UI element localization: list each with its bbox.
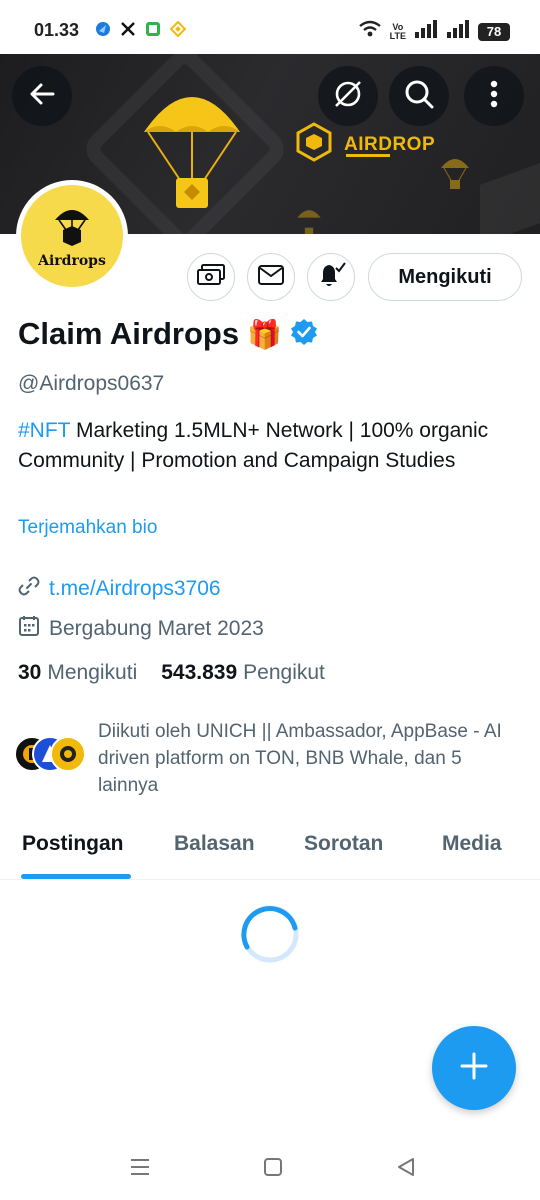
messaging-app-icon <box>144 20 162 38</box>
followers-stat[interactable]: 543.839 Pengikut <box>161 661 325 685</box>
user-handle: @Airdrops0637 <box>18 372 165 395</box>
banner-brand-text: AIRDROP <box>344 133 436 155</box>
airdrop-brand: AIRDROP <box>294 122 435 167</box>
back-nav-icon[interactable] <box>395 1156 417 1183</box>
home-icon[interactable] <box>262 1156 284 1183</box>
avatar-image: Airdrops <box>21 185 123 287</box>
joined-date: Bergabung Maret 2023 <box>49 617 264 640</box>
gift-emoji: 🎁 <box>247 318 282 350</box>
display-name: Claim Airdrops <box>18 316 240 351</box>
following-stat[interactable]: 30 Mengikuti <box>18 661 137 685</box>
compose-button[interactable] <box>432 1026 516 1110</box>
name-row: Claim Airdrops 🎁 <box>18 316 318 352</box>
profile-website-link[interactable]: t.me/Airdrops3706 <box>49 577 221 601</box>
parachute-icon <box>140 80 244 234</box>
following-label: Mengikuti <box>47 661 138 684</box>
grok-button[interactable] <box>318 66 378 126</box>
back-button[interactable] <box>12 66 72 126</box>
verified-badge-icon <box>290 318 318 351</box>
volte-bottom: LTE <box>389 30 406 41</box>
small-parachute-icon-2 <box>296 206 322 234</box>
bio-hashtag[interactable]: #NFT <box>18 419 70 442</box>
profile-bio: #NFT Marketing 1.5MLN+ Network | 100% or… <box>18 416 523 476</box>
status-time: 01.33 <box>34 20 80 40</box>
notification-icons <box>94 20 187 38</box>
profile-link-row: t.me/Airdrops3706 <box>18 575 221 603</box>
search-button[interactable] <box>389 66 449 126</box>
battery-indicator: 78 <box>478 22 510 41</box>
wifi-icon <box>358 20 382 43</box>
bio-text: Marketing 1.5MLN+ Network | 100% organic… <box>18 419 489 472</box>
message-button[interactable] <box>247 253 295 301</box>
tab-posts[interactable]: Postingan <box>22 832 124 856</box>
tab-replies[interactable]: Balasan <box>174 832 255 856</box>
followed-by-text: Diikuti oleh UNICH || Ambassador, AppBas… <box>98 721 502 796</box>
followers-count: 543.839 <box>161 661 238 684</box>
more-vertical-icon <box>490 80 498 113</box>
recent-apps-icon[interactable] <box>129 1156 151 1183</box>
small-parachute-icon <box>440 154 470 195</box>
signal-icon <box>414 20 438 43</box>
follower-avatars <box>14 736 86 776</box>
followed-by-section[interactable]: Diikuti oleh UNICH || Ambassador, AppBas… <box>14 718 518 799</box>
parachute-box-icon <box>51 204 93 251</box>
joined-row: Bergabung Maret 2023 <box>18 615 264 643</box>
money-icon <box>197 263 225 291</box>
active-tab-indicator <box>21 874 131 879</box>
followers-label: Pengikut <box>243 661 325 684</box>
profile-tabs: Postingan Balasan Sorotan Media <box>0 820 540 880</box>
translate-bio-link[interactable]: Terjemahkan bio <box>18 517 157 539</box>
plus-icon <box>459 1051 489 1086</box>
system-indicators: Vo LTE 78 <box>358 20 510 43</box>
bnb-cube-icon <box>294 122 334 167</box>
calendar-icon <box>18 615 40 643</box>
system-navigation-bar <box>0 1140 540 1200</box>
more-options-button[interactable] <box>464 66 524 126</box>
arrow-left-icon <box>27 79 57 114</box>
follower-avatar-3 <box>50 736 86 772</box>
avatar-text: Airdrops <box>38 252 106 269</box>
subscribe-button[interactable] <box>187 253 235 301</box>
signal-icon-2 <box>446 20 470 43</box>
search-icon <box>403 78 435 115</box>
loading-spinner <box>239 903 301 965</box>
banner-cube <box>480 163 540 234</box>
mail-icon <box>258 264 284 290</box>
grok-icon <box>332 78 364 115</box>
app-notification-icon <box>94 20 112 38</box>
volte-indicator: Vo LTE <box>389 22 406 41</box>
follow-stats: 30 Mengikuti 543.839 Pengikut <box>18 661 325 685</box>
following-button[interactable]: Mengikuti <box>368 253 522 301</box>
notifications-button[interactable] <box>307 253 355 301</box>
following-count: 30 <box>18 661 42 684</box>
profile-avatar[interactable]: Airdrops <box>16 180 128 292</box>
brand-underline <box>346 154 390 157</box>
binance-app-icon <box>169 20 187 38</box>
tab-media[interactable]: Media <box>442 832 502 856</box>
tab-highlights[interactable]: Sorotan <box>304 832 383 856</box>
status-bar: 01.33 Vo LTE 78 <box>0 0 540 56</box>
x-app-icon <box>119 20 137 38</box>
bell-icon <box>316 260 346 295</box>
link-icon <box>18 575 40 603</box>
